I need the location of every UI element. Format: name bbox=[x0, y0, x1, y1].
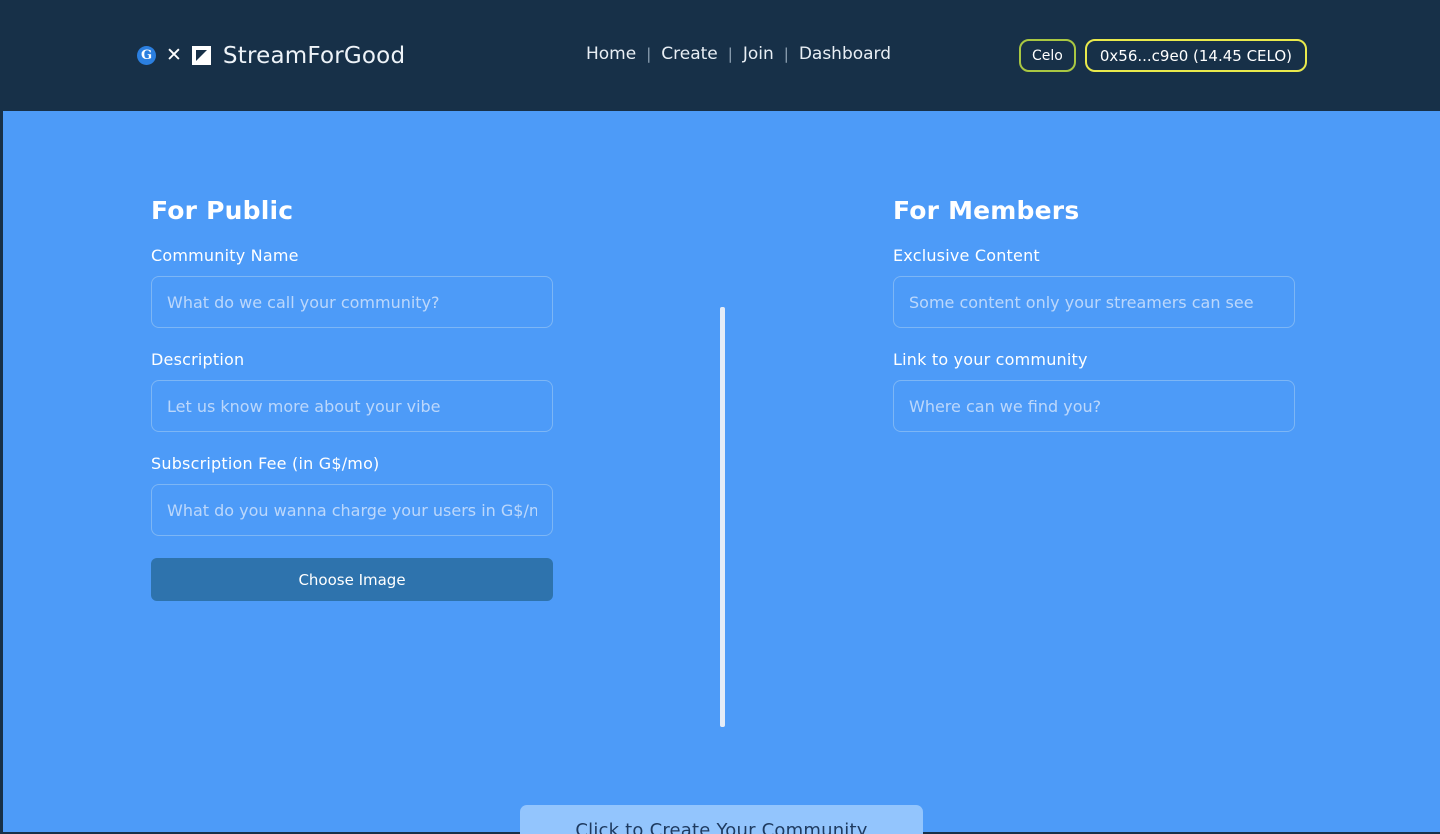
celo-square-icon bbox=[191, 46, 211, 65]
community-name-label: Community Name bbox=[151, 246, 299, 265]
top-navigation-bar: G ✕ StreamForGood Home | Create | Join |… bbox=[3, 0, 1440, 111]
public-section-title: For Public bbox=[151, 196, 294, 225]
community-link-label: Link to your community bbox=[893, 350, 1088, 369]
brand-logo[interactable]: G ✕ StreamForGood bbox=[137, 43, 405, 69]
description-label: Description bbox=[151, 350, 245, 369]
subscription-fee-input[interactable] bbox=[151, 484, 553, 536]
nav-link-dashboard[interactable]: Dashboard bbox=[789, 44, 901, 64]
brand-name: StreamForGood bbox=[222, 42, 406, 69]
x-cross-icon: ✕ bbox=[166, 44, 182, 66]
main-content: For Public Community Name Description Su… bbox=[3, 111, 1440, 834]
wallet-area: Celo 0x56...c9e0 (14.45 CELO) bbox=[1019, 39, 1307, 72]
community-link-input[interactable] bbox=[893, 380, 1295, 432]
create-community-button[interactable]: Click to Create Your Community bbox=[520, 805, 923, 834]
nav-link-create[interactable]: Create bbox=[651, 44, 728, 64]
main-nav: Home | Create | Join | Dashboard bbox=[576, 44, 901, 64]
exclusive-content-input[interactable] bbox=[893, 276, 1295, 328]
network-chip[interactable]: Celo bbox=[1019, 39, 1076, 72]
description-input[interactable] bbox=[151, 380, 553, 432]
choose-image-button[interactable]: Choose Image bbox=[151, 558, 553, 601]
community-name-input[interactable] bbox=[151, 276, 553, 328]
subscription-fee-label: Subscription Fee (in G$/mo) bbox=[151, 454, 380, 473]
nav-link-join[interactable]: Join bbox=[733, 44, 784, 64]
nav-link-home[interactable]: Home bbox=[576, 44, 646, 64]
wallet-address-chip[interactable]: 0x56...c9e0 (14.45 CELO) bbox=[1084, 39, 1307, 72]
public-form-column: For Public Community Name Description Su… bbox=[151, 196, 553, 601]
exclusive-content-label: Exclusive Content bbox=[893, 246, 1040, 265]
members-section-title: For Members bbox=[893, 196, 1080, 225]
column-divider bbox=[720, 307, 725, 727]
gooddollar-g-icon: G bbox=[137, 46, 156, 65]
submit-row: Click to Create Your Community bbox=[3, 805, 1440, 834]
members-form-column: For Members Exclusive Content Link to yo… bbox=[893, 196, 1295, 601]
